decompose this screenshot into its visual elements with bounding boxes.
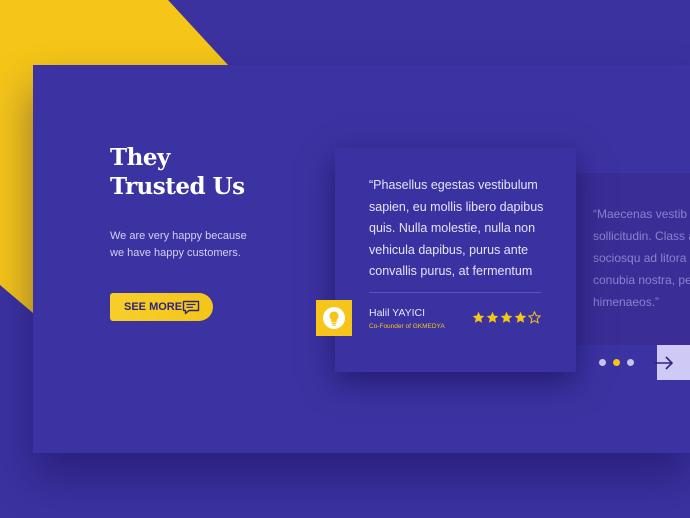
quote-line: sociosqu ad litora xyxy=(593,251,687,265)
subtitle-line-2: we have happy customers. xyxy=(110,247,241,259)
pagination-dot[interactable] xyxy=(599,359,606,366)
pagination-dots xyxy=(599,359,634,366)
chat-bubble-icon xyxy=(182,300,200,315)
pagination-dot[interactable] xyxy=(613,359,620,366)
quote-line: quis. Nulla molestie, nulla non xyxy=(369,221,536,235)
star-filled-icon xyxy=(514,311,527,323)
see-more-label: SEE MORE xyxy=(124,301,183,313)
quote-line: conubia nostra, pe xyxy=(593,273,690,287)
star-filled-icon xyxy=(486,311,499,323)
page-title: They Trusted Us xyxy=(110,143,245,201)
quote-line: sollicitudin. Class a xyxy=(593,229,690,243)
next-button[interactable] xyxy=(654,345,690,380)
card-divider xyxy=(369,292,541,293)
author-name: Halil YAYICI xyxy=(369,307,426,319)
star-filled-icon xyxy=(472,311,485,323)
quote-line: himenaeos.” xyxy=(593,295,660,309)
quote-line: sapien, eu mollis libero dapibus xyxy=(369,199,544,214)
testimonial-next-quote: “Maecenas vestib sollicitudin. Class a s… xyxy=(593,203,690,313)
arrow-right-icon xyxy=(654,355,674,370)
subtitle-line-1: We are very happy because xyxy=(110,230,247,242)
avatar xyxy=(316,300,352,336)
subtitle: We are very happy because we have happy … xyxy=(110,228,247,262)
testimonial-quote: “Phasellus egestas vestibulum sapien, eu… xyxy=(369,175,569,283)
lightbulb-icon xyxy=(323,307,345,329)
title-line-1: They xyxy=(110,144,170,171)
star-empty-icon xyxy=(528,311,541,324)
quote-line: vehicula dapibus, purus ante xyxy=(369,242,529,257)
quote-line: convallis purus, at fermentum xyxy=(369,264,533,278)
quote-line: “Maecenas vestib xyxy=(593,207,688,221)
title-line-2: Trusted Us xyxy=(110,173,245,200)
pagination-dot[interactable] xyxy=(627,359,634,366)
star-rating xyxy=(472,311,541,324)
see-more-button[interactable]: SEE MORE xyxy=(110,293,213,321)
star-filled-icon xyxy=(500,311,513,323)
quote-line: “Phasellus egestas vestibulum xyxy=(369,178,538,192)
author-role: Co-Founder of GKMEDYA xyxy=(369,323,445,330)
